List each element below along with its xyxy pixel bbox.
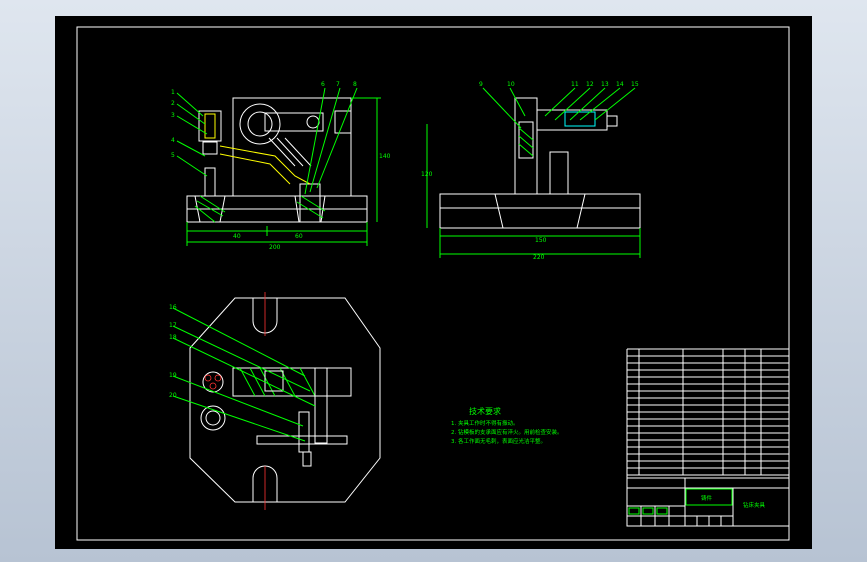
label-front-7: 7: [336, 81, 340, 88]
side-base: [439, 193, 641, 229]
label-front-2: 2: [171, 100, 175, 107]
plan-outline: [189, 297, 381, 503]
label-front-5: 5: [171, 152, 175, 159]
dim-front-width: 200: [269, 244, 281, 251]
label-side-9: 9: [479, 81, 483, 88]
side-view: 120 150 220 9 10 11 12 13 14 15: [421, 81, 641, 261]
inner-border: [76, 26, 790, 541]
label-side-10: 10: [507, 81, 515, 88]
dim-side-height: 120: [421, 171, 433, 178]
cad-viewport[interactable]: 40 60 200 140 1 2 3 4 5 6 7 8 120 150 22…: [0, 0, 867, 562]
label-front-3: 3: [171, 112, 175, 119]
dim-front-left: 40: [233, 233, 241, 240]
label-plan-19: 19: [169, 372, 177, 379]
label-plan-18: 18: [169, 334, 177, 341]
plan-view: 16 17 18 19 20: [169, 292, 381, 510]
label-side-12: 12: [586, 81, 594, 88]
label-plan-20: 20: [169, 392, 177, 399]
tech-req-item-3: 3. 各工作面无毛刺，表面应光洁平整。: [451, 437, 546, 445]
label-side-13: 13: [601, 81, 609, 88]
label-front-8: 8: [353, 81, 357, 88]
label-side-14: 14: [616, 81, 624, 88]
cad-drawing: 40 60 200 140 1 2 3 4 5 6 7 8 120 150 22…: [76, 26, 790, 541]
drawing-sheet: 40 60 200 140 1 2 3 4 5 6 7 8 120 150 22…: [55, 16, 812, 549]
bill-of-materials: [626, 348, 790, 479]
dim-front-right: 60: [295, 233, 303, 240]
label-plan-16: 16: [169, 304, 177, 311]
label-front-1: 1: [171, 89, 175, 96]
tech-req-item-2: 2. 钻模板的支承面应有淬火。用前检查安装。: [451, 428, 563, 436]
label-plan-17: 17: [169, 322, 177, 329]
label-front-6: 6: [321, 81, 325, 88]
technical-requirements: 技术要求 1. 夹具工作时不得有振动。 2. 钻模板的支承面应有淬火。用前检查安…: [451, 406, 563, 445]
label-front-4: 4: [171, 137, 175, 144]
dim-front-height: 140: [379, 153, 391, 160]
dim-side-width: 220: [533, 254, 545, 261]
title-stamp: 铸件: [701, 494, 713, 502]
front-view: 40 60 200 140 1 2 3 4 5 6 7 8: [171, 81, 391, 251]
title-drawing-name: 钻床夹具: [743, 501, 766, 509]
dim-side-inner: 150: [535, 237, 547, 244]
title-block: 铸件 钻床夹具: [626, 477, 790, 527]
tech-req-title: 技术要求: [469, 406, 501, 416]
tech-req-item-1: 1. 夹具工作时不得有振动。: [451, 419, 519, 427]
label-side-11: 11: [571, 81, 579, 88]
label-side-15: 15: [631, 81, 639, 88]
